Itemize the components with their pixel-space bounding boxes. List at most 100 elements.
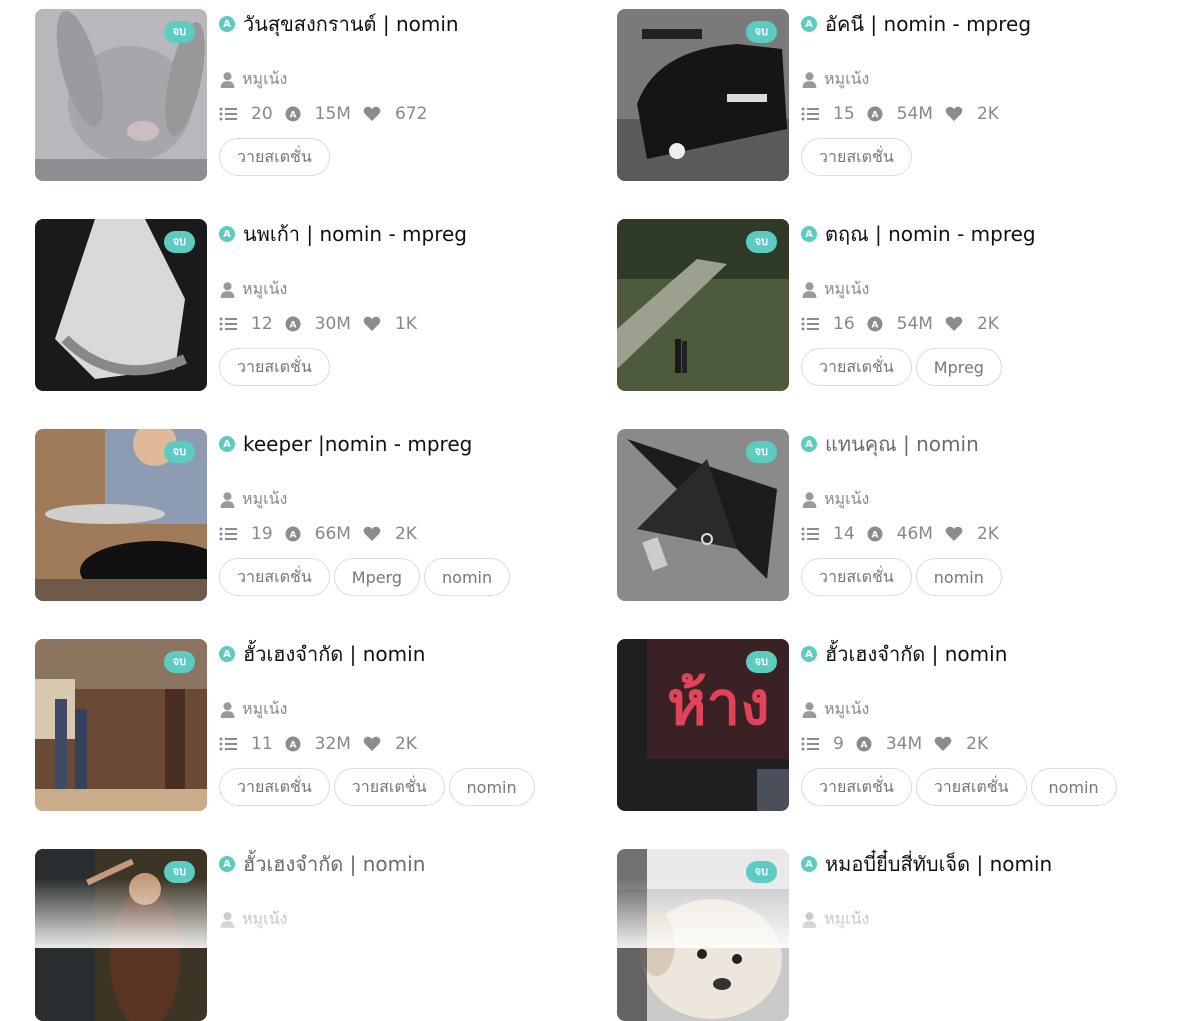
story-cover[interactable]: จบ <box>35 9 207 181</box>
story-info: A ฮั้วเฮงจำกัด | nomin หมูเน้ง 9 A 34M 2K… <box>801 639 1177 806</box>
chapter-list-icon <box>801 317 826 331</box>
story-card[interactable]: ห้าง จบ A ฮั้วเฮงจำกัด | nomin หมูเน้ง 9… <box>617 639 1177 811</box>
author-name[interactable]: หมูเน้ง <box>242 697 287 722</box>
tag-chip[interactable]: วายสเตชั่น <box>801 558 912 596</box>
tag-chip[interactable]: nomin <box>424 558 511 596</box>
story-author[interactable]: หมูเน้ง <box>219 488 595 510</box>
chapter-count: 14 <box>833 524 855 544</box>
heart-icon <box>945 106 970 122</box>
story-author[interactable]: หมูเน้ง <box>801 488 1177 510</box>
story-cover[interactable]: ห้าง จบ <box>617 639 789 811</box>
story-card[interactable]: จบ A อัคนี | nomin - mpreg หมูเน้ง 15 A 5… <box>617 9 1177 181</box>
story-card[interactable]: จบ A แทนคุณ | nomin หมูเน้ง 14 A 46M 2K ว… <box>617 429 1177 601</box>
like-count: 2K <box>976 104 999 124</box>
story-title[interactable]: ฮั้วเฮงจำกัด | nomin <box>243 638 425 670</box>
story-card[interactable]: จบ A keeper |nomin - mpreg หมูเน้ง 19 A 6… <box>35 429 595 601</box>
story-title[interactable]: หมอบี๋ยี๋บสี่ทับเจ็ด | nomin <box>825 848 1052 880</box>
story-card[interactable]: จบ A ฮั้วเฮงจำกัด | nomin หมูเน้ง 11 A 32… <box>35 639 595 811</box>
story-title[interactable]: ฮั้วเฮงจำกัด | nomin <box>243 848 425 880</box>
chapter-list-icon <box>219 527 244 541</box>
author-name[interactable]: หมูเน้ง <box>242 67 287 92</box>
user-icon <box>219 701 242 718</box>
story-author[interactable]: หมูเน้ง <box>801 698 1177 720</box>
author-name[interactable]: หมูเน้ง <box>824 67 869 92</box>
tag-chip[interactable]: วายสเตชั่น <box>915 768 1027 806</box>
story-cover[interactable]: จบ <box>35 849 207 1021</box>
views-icon: A <box>867 106 890 122</box>
heart-icon <box>945 526 970 542</box>
view-count: 54M <box>896 104 933 124</box>
story-author[interactable]: หมูเน้ง <box>219 908 595 930</box>
story-author[interactable]: หมูเน้ง <box>801 908 1177 930</box>
story-author[interactable]: หมูเน้ง <box>219 68 595 90</box>
story-card[interactable]: จบ A ฮั้วเฮงจำกัด | nomin หมูเน้ง <box>35 849 595 1021</box>
like-count: 1K <box>394 314 417 334</box>
story-cover[interactable]: จบ <box>35 639 207 811</box>
like-count: 2K <box>394 734 417 754</box>
story-cover[interactable]: จบ <box>35 429 207 601</box>
story-card[interactable]: จบ A หมอบี๋ยี๋บสี่ทับเจ็ด | nomin หมูเน้… <box>617 849 1177 1021</box>
story-author[interactable]: หมูเน้ง <box>219 698 595 720</box>
tag-chip[interactable]: nomin <box>915 558 1002 596</box>
views-icon: A <box>285 106 308 122</box>
author-name[interactable]: หมูเน้ง <box>242 487 287 512</box>
chapter-count: 16 <box>833 314 855 334</box>
story-card[interactable]: จบ A ตฤณ | nomin - mpreg หมูเน้ง 16 A 54M… <box>617 219 1177 391</box>
story-cover[interactable]: จบ <box>617 849 789 1021</box>
writer-badge-icon: A <box>219 436 235 452</box>
story-stats: 9 A 34M 2K <box>801 732 1177 756</box>
story-info: A keeper |nomin - mpreg หมูเน้ง 19 A 66M … <box>219 429 595 596</box>
story-cover[interactable]: จบ <box>617 429 789 601</box>
tag-chip[interactable]: วายสเตชั่น <box>801 138 912 176</box>
tag-chip[interactable]: วายสเตชั่น <box>219 768 330 806</box>
user-icon <box>219 71 242 88</box>
user-icon <box>219 911 242 928</box>
story-cover[interactable]: จบ <box>35 219 207 391</box>
like-count: 2K <box>976 314 999 334</box>
writer-badge-icon: A <box>801 646 817 662</box>
chapter-list-icon <box>801 737 826 751</box>
author-name[interactable]: หมูเน้ง <box>242 277 287 302</box>
story-author[interactable]: หมูเน้ง <box>801 278 1177 300</box>
story-cover[interactable]: จบ <box>617 9 789 181</box>
tag-list: วายสเตชั่น Mperg nomin <box>219 558 595 596</box>
story-card[interactable]: จบ A นพเก้า | nomin - mpreg หมูเน้ง 12 A… <box>35 219 595 391</box>
tag-chip[interactable]: วายสเตชั่น <box>219 138 330 176</box>
story-title[interactable]: วันสุขสงกรานต์ | nomin <box>243 8 459 40</box>
story-title[interactable]: แทนคุณ | nomin <box>825 428 979 460</box>
story-title[interactable]: อัคนี | nomin - mpreg <box>825 8 1031 40</box>
story-card[interactable]: จบ A วันสุขสงกรานต์ | nomin หมูเน้ง 20 A… <box>35 9 595 181</box>
heart-icon <box>934 736 959 752</box>
tag-chip[interactable]: nomin <box>448 768 535 806</box>
author-name[interactable]: หมูเน้ง <box>242 907 287 932</box>
story-cover[interactable]: จบ <box>617 219 789 391</box>
author-name[interactable]: หมูเน้ง <box>824 907 869 932</box>
story-info: A นพเก้า | nomin - mpreg หมูเน้ง 12 A 30M… <box>219 219 595 386</box>
tag-chip[interactable]: วายสเตชั่น <box>801 348 912 386</box>
chapter-count: 12 <box>251 314 273 334</box>
tag-chip[interactable]: วายสเตชั่น <box>801 768 912 806</box>
story-info: A วันสุขสงกรานต์ | nomin หมูเน้ง 20 A 15M… <box>219 9 595 176</box>
story-title[interactable]: ตฤณ | nomin - mpreg <box>825 218 1036 250</box>
story-title[interactable]: นพเก้า | nomin - mpreg <box>243 218 467 250</box>
tag-chip[interactable]: วายสเตชั่น <box>333 768 445 806</box>
story-author[interactable]: หมูเน้ง <box>801 68 1177 90</box>
tag-chip[interactable]: Mperg <box>333 558 421 596</box>
tag-chip[interactable]: วายสเตชั่น <box>219 348 330 386</box>
views-icon: A <box>867 316 890 332</box>
user-icon <box>801 911 824 928</box>
story-title[interactable]: ฮั้วเฮงจำกัด | nomin <box>825 638 1007 670</box>
author-name[interactable]: หมูเน้ง <box>824 487 869 512</box>
completed-badge: จบ <box>163 21 195 43</box>
story-info: A แทนคุณ | nomin หมูเน้ง 14 A 46M 2K วายส… <box>801 429 1177 596</box>
author-name[interactable]: หมูเน้ง <box>824 277 869 302</box>
tag-chip[interactable]: วายสเตชั่น <box>219 558 330 596</box>
heart-icon <box>945 316 970 332</box>
tag-chip[interactable]: Mpreg <box>915 348 1002 386</box>
view-count: 34M <box>885 734 923 754</box>
author-name[interactable]: หมูเน้ง <box>824 697 869 722</box>
story-author[interactable]: หมูเน้ง <box>219 278 595 300</box>
tag-chip[interactable]: nomin <box>1030 768 1117 806</box>
story-title[interactable]: keeper |nomin - mpreg <box>243 432 472 456</box>
chapter-count: 20 <box>251 104 273 124</box>
